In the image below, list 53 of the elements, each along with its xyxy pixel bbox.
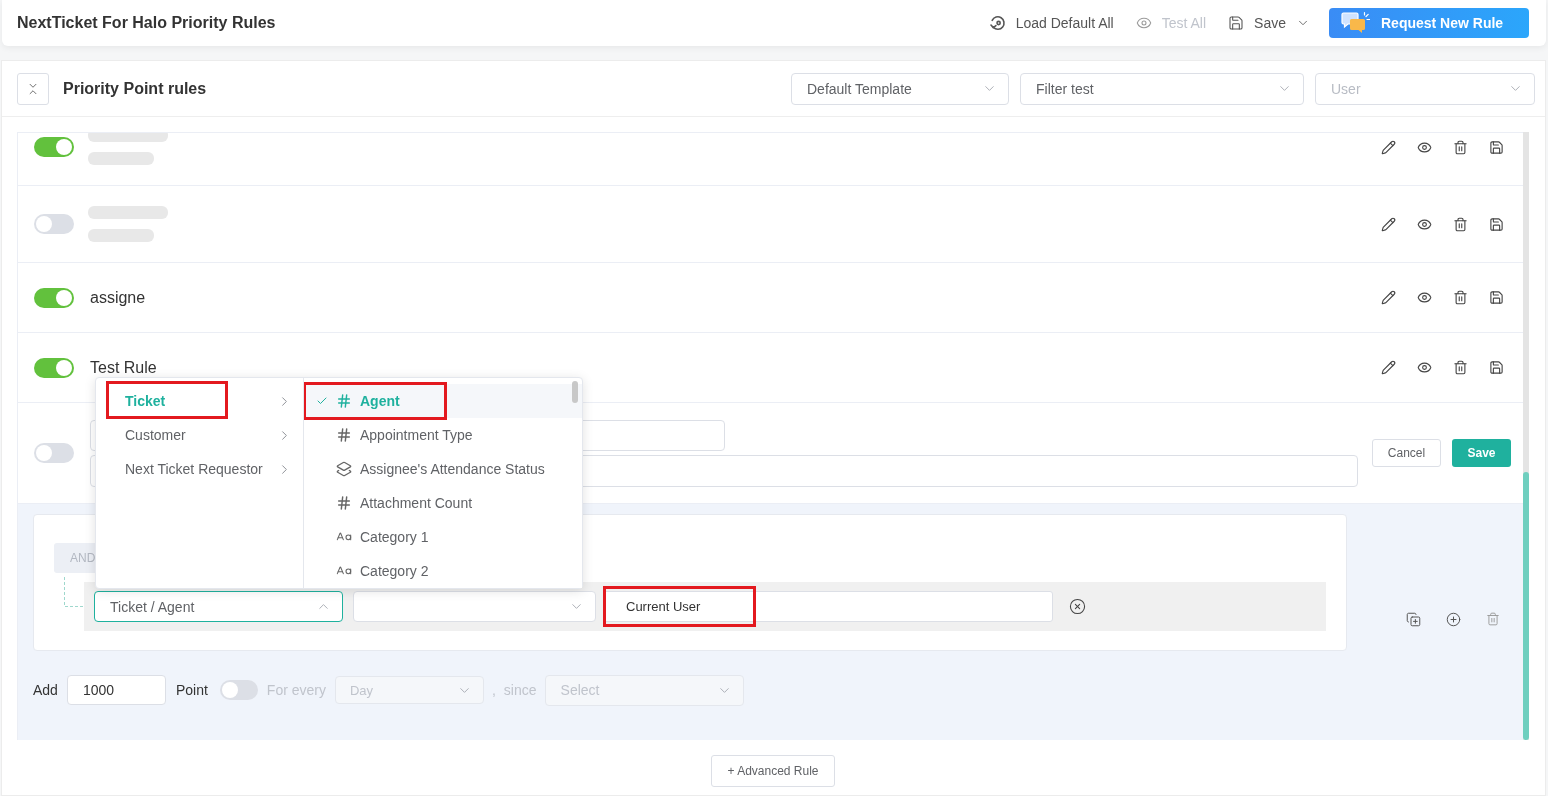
add-icon[interactable] [1446, 612, 1461, 627]
input-field[interactable]: Current User [603, 591, 1053, 622]
pencil-icon[interactable] [1381, 360, 1396, 375]
chat-bubbles-icon [1341, 12, 1370, 34]
eye-icon[interactable] [1417, 360, 1432, 375]
eye-icon [1135, 15, 1152, 31]
scrollbar-thumb[interactable] [572, 381, 578, 403]
pencil-icon[interactable] [1381, 216, 1396, 232]
hash-icon [336, 393, 352, 409]
app-title: NextTicket For Halo Priority Rules [17, 14, 276, 32]
advanced-rule-button[interactable]: + Advanced Rule [711, 755, 835, 787]
rule-name: assigne [90, 288, 146, 307]
toggle-switch[interactable] [34, 214, 74, 234]
layers-icon [336, 461, 352, 477]
toolbar-button[interactable]: Save [1228, 15, 1310, 31]
scrollbar-thumb[interactable] [1523, 472, 1529, 740]
toggle-switch[interactable] [34, 287, 74, 308]
select-field[interactable] [353, 591, 596, 622]
toggle-switch[interactable] [34, 357, 74, 378]
copy-plus-icon[interactable] [1406, 612, 1421, 627]
select-field[interactable]: Default Template [791, 72, 1009, 105]
pencil-icon[interactable] [1381, 290, 1396, 305]
menu-item[interactable]: Next Ticket Requestor [96, 452, 303, 486]
toolbar-button[interactable]: Load Default All [989, 15, 1114, 31]
rule-name: Test Rule [90, 358, 157, 377]
hash-icon [336, 495, 352, 511]
select-field[interactable]: Filter test [1020, 72, 1304, 105]
eye-icon[interactable] [1417, 139, 1432, 155]
trash-icon[interactable] [1453, 216, 1468, 232]
trash-icon[interactable] [1453, 290, 1468, 305]
collapse-icon [26, 81, 40, 96]
select-field[interactable]: Ticket / Agent [94, 591, 343, 622]
toggle-switch[interactable] [34, 137, 74, 157]
trash-icon[interactable] [1453, 139, 1468, 155]
toggle-switch[interactable] [34, 443, 74, 463]
toggle-switch[interactable] [219, 680, 258, 700]
pencil-icon[interactable] [1381, 139, 1396, 155]
hash-icon [336, 427, 352, 443]
section-title: Priority Point rules [63, 79, 207, 98]
point-label: Point [175, 682, 208, 698]
eye-icon[interactable] [1417, 216, 1432, 232]
menu-item[interactable]: Customer [96, 418, 303, 452]
check-icon [316, 395, 328, 407]
separator-text: , [491, 682, 496, 698]
cancel-button[interactable]: Cancel [1372, 439, 1441, 467]
connector-line [64, 577, 84, 607]
eye-icon[interactable] [1417, 290, 1432, 305]
points-input[interactable]: 1000 [66, 675, 166, 705]
add-label: Add [33, 682, 58, 698]
clear-icon[interactable] [1069, 598, 1086, 615]
restore-icon [989, 15, 1006, 31]
menu-item[interactable]: Category 2 [304, 554, 582, 588]
trash-icon[interactable] [1453, 360, 1468, 375]
